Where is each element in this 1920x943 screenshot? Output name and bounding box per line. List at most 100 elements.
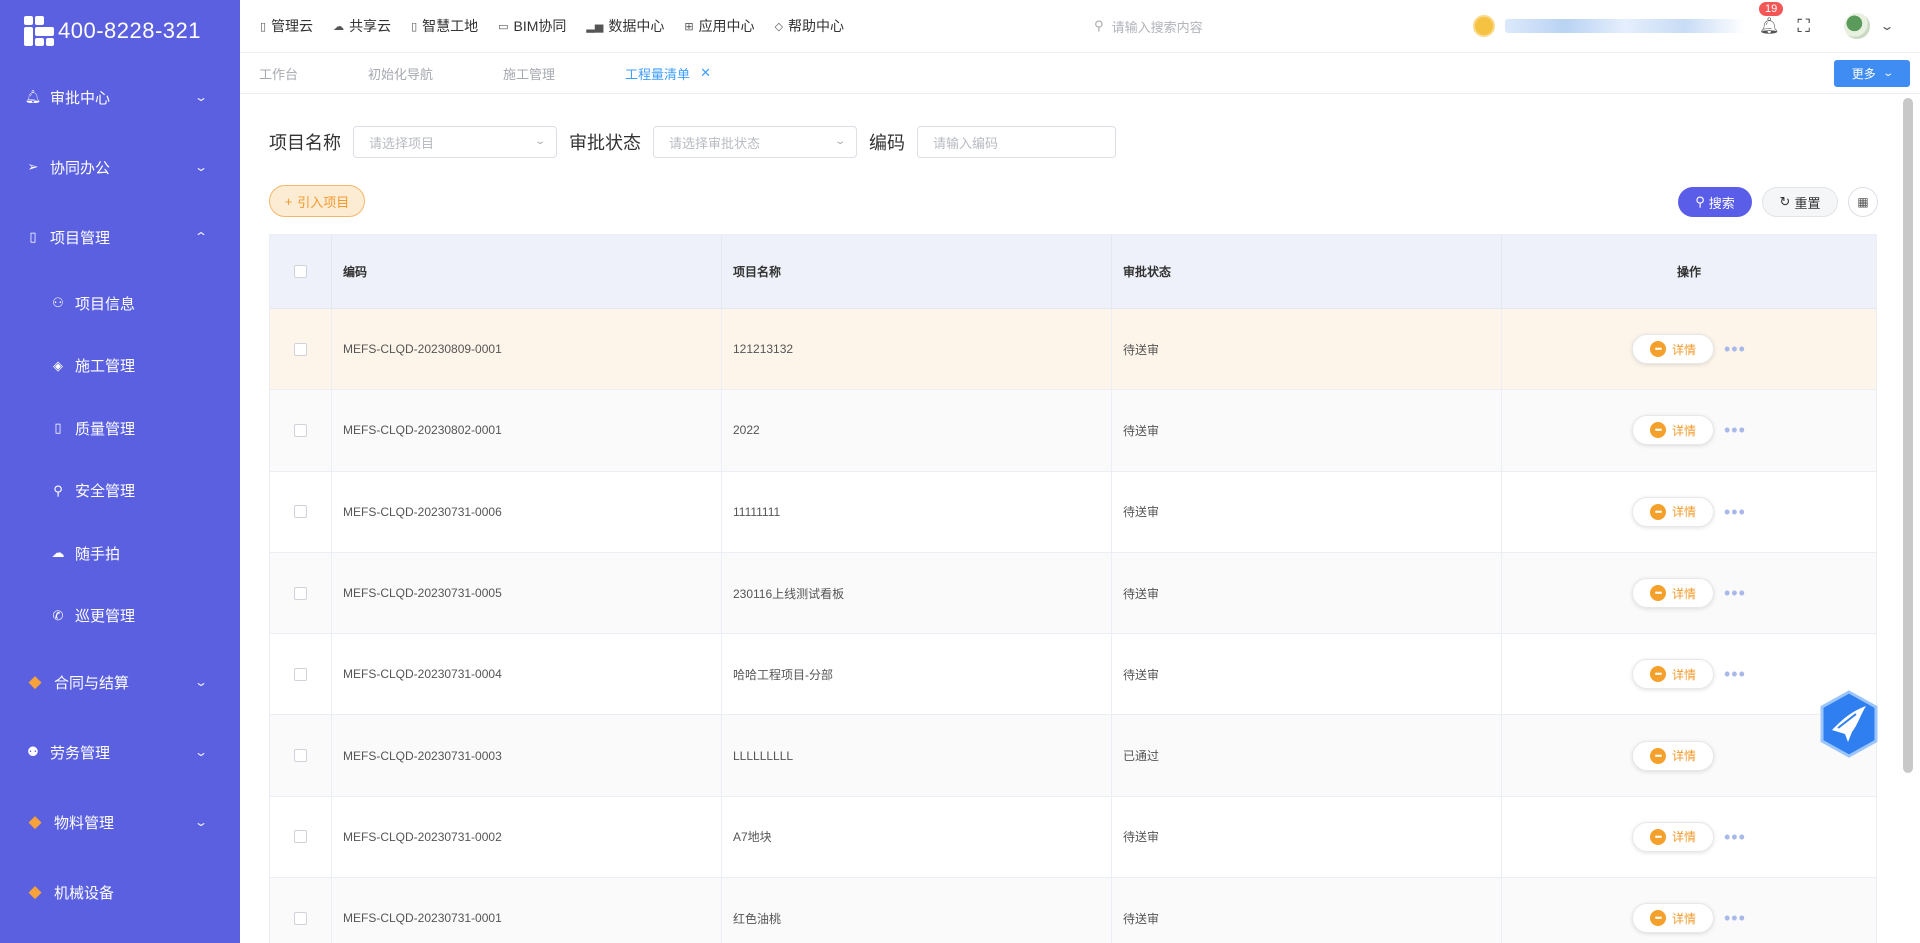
cell-status: 待送审 [1112, 471, 1502, 552]
detail-button[interactable]: ••• 详情 [1632, 334, 1714, 365]
global-search[interactable]: ⚲ 请输入搜索内容 [1094, 17, 1354, 36]
cell-code: MEFS-CLQD-20230731-0005 [332, 552, 722, 634]
detail-label: 详情 [1671, 667, 1696, 682]
sidebar-item-project-info[interactable]: ⚇ 项目信息 [0, 272, 240, 335]
sidebar-item-patrol[interactable]: ✆ 巡更管理 [0, 585, 240, 648]
tab-construction[interactable]: 施工管理 [503, 64, 555, 83]
topnav-item-share-cloud[interactable]: ☁︎ 共享云 [333, 16, 391, 36]
topnav-item-manage-cloud[interactable]: ▯ 管理云 [260, 16, 313, 36]
more-circle-icon: ••• [1649, 666, 1666, 683]
row-checkbox[interactable] [294, 667, 307, 681]
more-button[interactable]: 更多 ⌄ [1834, 60, 1910, 87]
topnav-item-data-center[interactable]: ▂▅ 数据中心 [586, 16, 664, 36]
menu-group-contract[interactable]: ◆ 合同与结算 ⌄ [0, 647, 240, 717]
folder-icon: ▭ [498, 20, 509, 33]
refresh-icon: ↻ [1779, 194, 1791, 209]
detail-button[interactable]: ••• 详情 [1632, 659, 1714, 690]
topnav-item-bim[interactable]: ▭ BIM协同 [498, 16, 566, 36]
row-checkbox-cell [270, 390, 332, 471]
reset-button[interactable]: ↻ 重置 [1762, 187, 1838, 217]
user-area: 🔔︎ 19 ⛶ ⌄ [1473, 0, 1920, 52]
more-actions-icon[interactable]: ••• [1724, 503, 1746, 521]
column-settings-button[interactable]: ▦ [1848, 187, 1878, 217]
table-row[interactable]: MEFS-CLQD-20230802-0001 2022 待送审 ••• 详情 ••• [270, 390, 1876, 472]
more-circle-icon: ••• [1649, 747, 1666, 764]
more-circle-icon: ••• [1649, 828, 1666, 845]
detail-button[interactable]: ••• 详情 [1632, 496, 1714, 527]
detail-button[interactable]: ••• 详情 [1632, 740, 1714, 771]
more-actions-icon[interactable]: ••• [1724, 828, 1746, 846]
table-header: 编码 项目名称 审批状态 操作 [270, 234, 1876, 309]
code-input[interactable]: 请输入编码 [917, 126, 1116, 158]
row-checkbox[interactable] [294, 911, 307, 925]
cell-name: 121213132 [722, 309, 1112, 390]
tab-quantity-list[interactable]: 工程量清单 [625, 64, 690, 83]
detail-button[interactable]: ••• 详情 [1632, 415, 1714, 446]
menu-group-label: 协同办公 [50, 159, 111, 177]
more-actions-icon[interactable]: ••• [1724, 665, 1746, 683]
detail-button[interactable]: ••• 详情 [1632, 821, 1714, 852]
table-row[interactable]: MEFS-CLQD-20230809-0001 121213132 待送审 ••• 详情… [270, 309, 1876, 391]
table-row[interactable]: MEFS-CLQD-20230731-0005 230116上线测试看板 待送审 ••… [270, 552, 1876, 635]
menu-group-labor[interactable]: ⚉ 劳务管理 ⌄ [0, 717, 240, 787]
import-project-button[interactable]: + 引入项目 [269, 185, 365, 217]
table-row[interactable]: MEFS-CLQD-20230731-0004 哈哈工程项目-分部 待送审 ••• 详情… [270, 634, 1876, 716]
table-row[interactable]: MEFS-CLQD-20230731-0006 11111111 待送审 ••• 详情 •… [270, 471, 1876, 553]
assistant-bird-icon[interactable] [1818, 690, 1880, 758]
more-actions-icon[interactable]: ••• [1724, 340, 1746, 358]
chevron-down-icon: ⌄ [193, 815, 209, 829]
main-content: 项目名称 请选择项目 ⌄ 审批状态 请选择审批状态 ⌄ 编码 请输入编码 + 引… [240, 94, 1920, 943]
topnav-item-help-center[interactable]: ◇ 帮助中心 [775, 16, 844, 36]
select-all-checkbox[interactable] [294, 265, 307, 278]
detail-label: 详情 [1671, 749, 1696, 764]
sidebar-item-quality[interactable]: ▯ 质量管理 [0, 397, 240, 460]
cell-code: MEFS-CLQD-20230731-0001 [332, 878, 722, 943]
book-icon: ▯ [29, 229, 37, 244]
row-checkbox[interactable] [294, 830, 307, 844]
row-checkbox[interactable] [294, 749, 307, 763]
row-checkbox[interactable] [294, 342, 307, 356]
row-checkbox[interactable] [294, 423, 307, 437]
status-select[interactable]: 请选择审批状态 ⌄ [653, 126, 857, 158]
row-checkbox[interactable] [294, 586, 307, 600]
vertical-scrollbar[interactable] [1903, 98, 1913, 773]
sidebar-item-label: 巡更管理 [75, 608, 136, 626]
menu-group-machinery[interactable]: ◆ 机械设备 [0, 857, 240, 927]
project-select[interactable]: 请选择项目 ⌄ [353, 126, 557, 158]
cell-name: A7地块 [722, 796, 1112, 878]
sidebar-item-construction[interactable]: ◈ 施工管理 [0, 335, 240, 398]
more-actions-icon[interactable]: ••• [1724, 421, 1746, 439]
chevron-up-icon: ⌃ [193, 230, 209, 244]
bell-icon: 🔔︎ [24, 89, 42, 104]
tabs-bar: 工作台 初始化导航 施工管理 工程量清单 ✕ 更多 ⌄ [240, 52, 1920, 94]
sidebar-item-snapshot[interactable]: ☁︎ 随手拍 [0, 522, 240, 585]
menu-group-material[interactable]: ◆ 物料管理 ⌄ [0, 787, 240, 857]
table-row[interactable]: MEFS-CLQD-20230731-0001 红色油桃 待送审 ••• 详情 ••• [270, 878, 1876, 943]
menu-group-collab[interactable]: ➢ 协同办公 ⌄ [0, 132, 240, 202]
cell-ops: ••• 详情 ••• [1502, 472, 1876, 552]
detail-label: 详情 [1671, 830, 1696, 845]
cell-code: MEFS-CLQD-20230731-0003 [332, 715, 722, 796]
more-actions-icon[interactable]: ••• [1724, 909, 1746, 927]
avatar[interactable] [1843, 13, 1870, 39]
row-checkbox[interactable] [294, 505, 307, 519]
topnav-item-smart-site[interactable]: ▯ 智慧工地 [411, 16, 478, 36]
detail-button[interactable]: ••• 详情 [1632, 903, 1714, 934]
search-button[interactable]: ⚲ 搜索 [1678, 187, 1752, 217]
notification-bell[interactable]: 🔔︎ 19 [1759, 2, 1784, 36]
menu-group-project[interactable]: ▯ 项目管理 ⌃ [0, 202, 240, 272]
detail-button[interactable]: ••• 详情 [1632, 578, 1714, 609]
sidebar-item-safety[interactable]: ⚲ 安全管理 [0, 460, 240, 523]
menu-group-approval[interactable]: 🔔︎ 审批中心 ⌄ [0, 62, 240, 132]
tab-workbench[interactable]: 工作台 [259, 64, 298, 83]
sidebar: 400-8228-321 🔔︎ 审批中心 ⌄ ➢ 协同办公 ⌄ ▯ 项目管理 ⌃… [0, 0, 240, 943]
table-row[interactable]: MEFS-CLQD-20230731-0002 A7地块 待送审 ••• 详情 ••• [270, 796, 1876, 879]
chevron-down-icon[interactable]: ⌄ [1879, 19, 1894, 33]
tab-init-nav[interactable]: 初始化导航 [368, 64, 433, 83]
close-icon[interactable]: ✕ [700, 65, 711, 81]
table-row[interactable]: MEFS-CLQD-20230731-0003 LLLLLLLLL 已通过 ••• 详情… [270, 715, 1876, 797]
cell-code: MEFS-CLQD-20230731-0006 [332, 471, 722, 552]
more-actions-icon[interactable]: ••• [1724, 584, 1746, 602]
topnav-item-app-center[interactable]: ⊞ 应用中心 [684, 16, 754, 36]
fullscreen-icon[interactable]: ⛶ [1797, 16, 1810, 37]
